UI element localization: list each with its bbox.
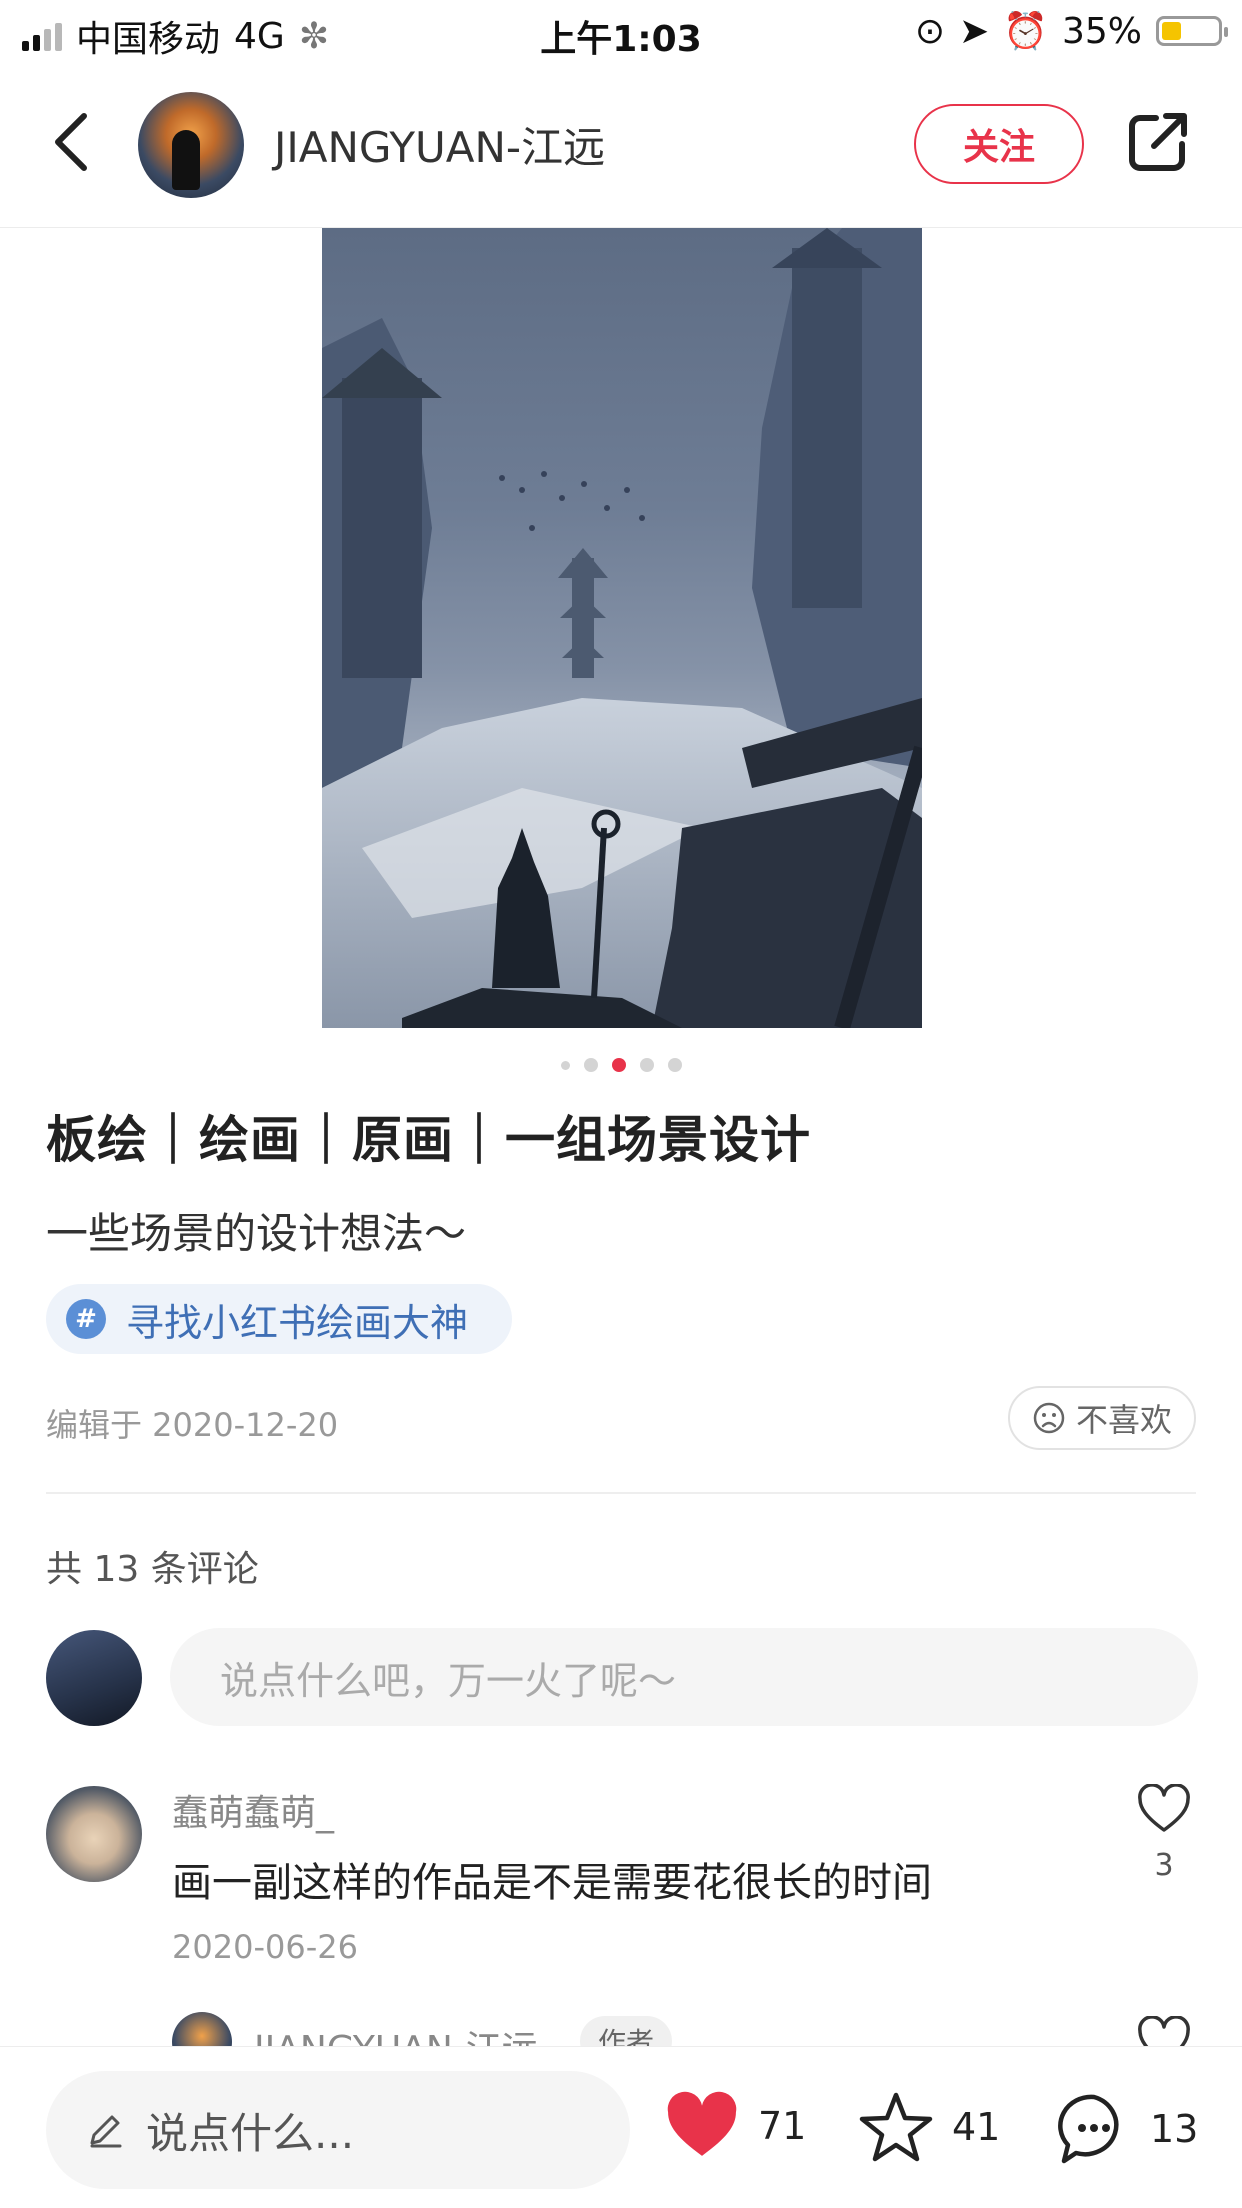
scene-illustration: [322, 228, 922, 1028]
carousel-dot-active: [611, 1058, 626, 1072]
collect-button[interactable]: 41: [858, 2091, 1000, 2163]
carousel-indicator: [0, 1058, 1242, 1072]
alarm-icon: ⏰: [1003, 11, 1048, 52]
comment-text[interactable]: 画一副这样的作品是不是需要花很长的时间: [172, 1850, 932, 1908]
dislike-label: 不喜欢: [1075, 1401, 1172, 1439]
heart-outline-icon: [1138, 1783, 1190, 1832]
hashtag-icon: #: [66, 1299, 106, 1339]
comment-button[interactable]: 13: [1056, 2091, 1198, 2167]
topic-tag-label: 寻找小红书绘画大神: [126, 1300, 469, 1345]
post-description: 一些场景的设计想法～: [46, 1209, 467, 1258]
battery-fill: [1162, 22, 1181, 40]
commenter-name[interactable]: 蠢萌蠢萌_: [172, 1784, 334, 1836]
comment-date: 2020-06-26: [172, 1928, 358, 1966]
chat-bubble-icon: [1058, 2094, 1119, 2164]
chevron-left-icon: [55, 113, 87, 171]
commenter-avatar[interactable]: [46, 1786, 142, 1882]
collect-count: 41: [952, 2105, 1001, 2149]
rotation-lock-icon: ⊙: [914, 10, 945, 52]
post-image[interactable]: [322, 228, 922, 1028]
share-button[interactable]: [1126, 110, 1190, 174]
topic-tag[interactable]: # 寻找小红书绘画大神: [46, 1284, 512, 1354]
author-name[interactable]: JIANGYUAN-江远: [274, 114, 605, 175]
bottom-action-bar: 说点什么... 71 41 13: [0, 2046, 1242, 2208]
pencil-icon: [90, 2115, 122, 2148]
bottom-input-placeholder: 说点什么...: [146, 2108, 355, 2158]
carousel-dot: [639, 1058, 654, 1072]
dislike-button[interactable]: 不喜欢: [1008, 1386, 1196, 1450]
heart-filled-icon: [667, 2091, 737, 2156]
post-header: JIANGYUAN-江远 关注: [0, 62, 1242, 228]
carousel-dot: [667, 1058, 682, 1072]
sad-face-icon: [1033, 1402, 1065, 1434]
edited-date: 编辑于 2020-12-20: [46, 1406, 339, 1444]
comment-total: 13: [1150, 2107, 1199, 2151]
battery-percent: 35%: [1061, 10, 1142, 52]
like-button[interactable]: 71: [664, 2091, 806, 2161]
bottom-comment-input[interactable]: 说点什么...: [46, 2071, 630, 2189]
location-icon: ➤: [958, 10, 990, 52]
comment-count: 共 13 条评论: [46, 1549, 259, 1590]
current-user-avatar: [46, 1630, 142, 1726]
comment-like-count: 3: [1154, 1848, 1174, 1883]
battery-icon: [1156, 16, 1228, 46]
author-avatar[interactable]: [138, 92, 244, 198]
back-button[interactable]: [44, 102, 104, 182]
carousel-dot: [560, 1060, 570, 1070]
comment-like-button[interactable]: [1136, 1783, 1192, 1834]
like-count: 71: [758, 2104, 807, 2148]
status-bar: 中国移动 4G ✼ 上午1:03 ⊙ ➤ ⏰ 35%: [0, 0, 1242, 62]
post-title: 板绘｜绘画｜原画｜一组场景设计: [46, 1111, 811, 1169]
section-divider: [46, 1492, 1196, 1494]
comment-input[interactable]: 说点什么吧，万一火了呢～: [170, 1628, 1198, 1726]
carousel-dot: [583, 1058, 598, 1072]
share-icon: [1129, 113, 1187, 171]
star-icon: [859, 2092, 933, 2162]
follow-button[interactable]: 关注: [914, 104, 1084, 184]
